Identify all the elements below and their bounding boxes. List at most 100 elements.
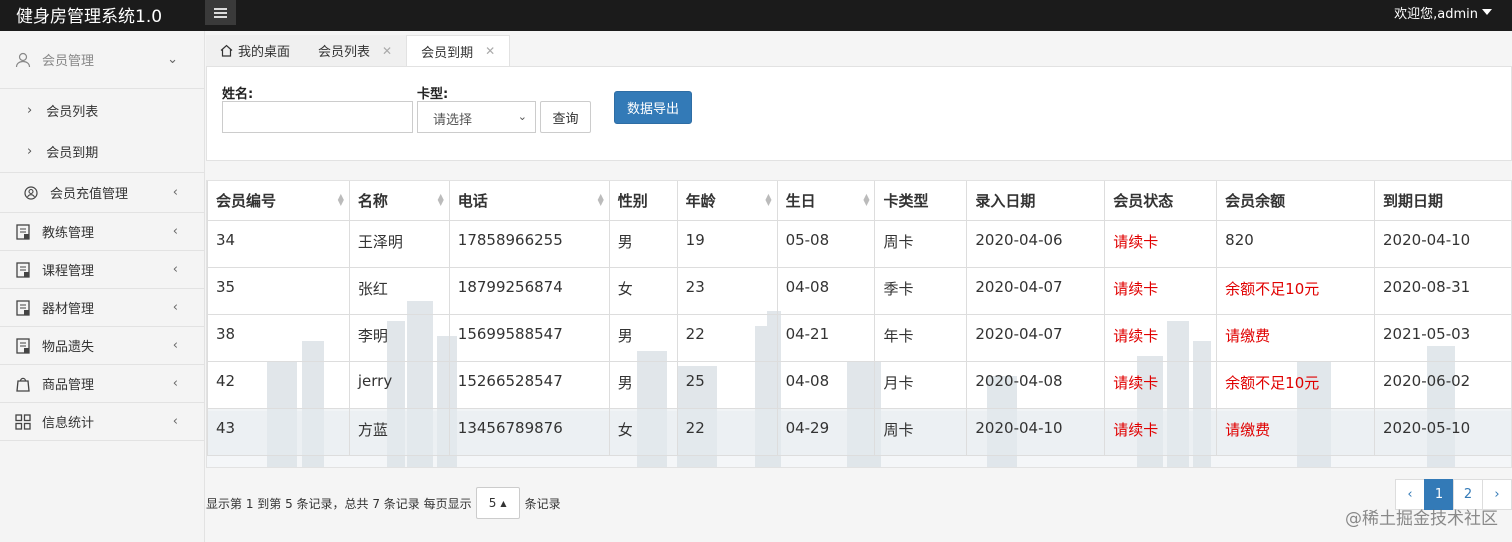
tab-label: 会员到期 — [421, 45, 474, 61]
user-greeting: 欢迎您,admin — [1394, 7, 1478, 22]
name-input[interactable] — [222, 101, 413, 133]
chevron-left-icon: ‹ — [172, 262, 178, 277]
table-cell: 请续卡 — [1104, 360, 1218, 409]
export-button[interactable]: 数据导出 — [614, 91, 692, 124]
table-cell: 04-08 — [776, 266, 876, 315]
column-header-label: 年龄 — [685, 191, 716, 210]
table-cell: 男 — [608, 360, 678, 409]
tab-desktop[interactable]: 我的桌面 — [206, 35, 305, 66]
table-cell: 2020-04-10 — [966, 407, 1106, 456]
column-header[interactable]: 到期日期 — [1374, 181, 1511, 221]
sort-icon: ▲ ▼ — [437, 192, 444, 207]
chevron-left-icon: ‹ — [172, 376, 178, 391]
column-header-label: 会员状态 — [1113, 191, 1174, 210]
table-cell: 方蓝 — [348, 407, 450, 456]
table-cell: 2020-04-06 — [966, 219, 1106, 268]
sidebar-item-lost-items[interactable]: 物品遗失 ‹ — [0, 327, 204, 365]
sort-icon: ▲ ▼ — [765, 192, 772, 207]
sidebar-item-recharge[interactable]: 会员充值管理 ‹ — [0, 173, 204, 213]
document-icon — [14, 299, 32, 317]
sidebar-item-label: 商品管理 — [42, 378, 95, 393]
table-cell: jerry — [348, 360, 450, 409]
table-cell: 季卡 — [874, 266, 968, 315]
column-header[interactable]: 年龄 ▲ ▼ — [676, 181, 778, 221]
caret-down-icon — [1482, 9, 1492, 15]
column-header-label: 录入日期 — [975, 191, 1036, 210]
sidebar-subitem-member-expiry[interactable]: › 会员到期 — [0, 131, 204, 173]
home-icon — [220, 44, 233, 57]
app-title: 健身房管理系统1.0 — [16, 7, 163, 27]
user-menu[interactable]: 欢迎您,admin — [1394, 3, 1492, 22]
table-cell: 38 — [207, 313, 350, 362]
table-cell: 22 — [676, 407, 778, 456]
column-header[interactable]: 电话 ▲ ▼ — [448, 181, 610, 221]
card-type-select[interactable]: 请选择 ⌄ — [417, 101, 536, 133]
pagination-summary: 显示第 1 到第 5 条记录，总共 7 条记录 每页显示 — [206, 496, 472, 511]
sidebar-item-member-management[interactable]: 会员管理 ⌄ — [0, 31, 204, 89]
page-size-value: 5 — [488, 496, 497, 510]
column-header-label: 生日 — [785, 191, 816, 210]
sort-icon: ▲ ▼ — [337, 192, 344, 207]
table-cell: 2020-06-02 — [1374, 360, 1511, 409]
column-header[interactable]: 生日 ▲ ▼ — [776, 181, 876, 221]
page-size-select[interactable]: 5 ▲ — [475, 487, 520, 519]
chevron-right-icon: › — [27, 102, 33, 118]
column-header-label: 名称 — [357, 191, 388, 210]
table-cell: 13456789876 — [448, 407, 610, 456]
tab-member-list[interactable]: 会员列表 ✕ — [304, 35, 407, 66]
close-icon[interactable]: ✕ — [382, 44, 392, 58]
table-cell: 15266528547 — [448, 360, 610, 409]
tab-bar: 我的桌面 会员列表 ✕ 会员到期 ✕ — [206, 35, 511, 66]
table-cell: 女 — [608, 407, 678, 456]
sidebar-subitem-label: 会员到期 — [46, 146, 99, 161]
table-cell: 周卡 — [874, 219, 968, 268]
column-header-label: 电话 — [457, 191, 488, 210]
sort-icon: ▲ ▼ — [597, 192, 604, 207]
column-header[interactable]: 卡类型 — [874, 181, 968, 221]
table-cell: 请续卡 — [1104, 407, 1218, 456]
chevron-left-icon: ‹ — [172, 185, 178, 200]
user-icon — [14, 51, 32, 69]
sidebar-item-label: 教练管理 — [42, 226, 95, 241]
column-header[interactable]: 会员余额 — [1216, 181, 1376, 221]
hamburger-icon — [214, 7, 227, 10]
sidebar-item-coach[interactable]: 教练管理 ‹ — [0, 213, 204, 251]
query-button[interactable]: 查询 — [540, 101, 591, 133]
table-header-row: 会员编号 ▲ ▼ 名称 ▲ ▼ 电话 ▲ ▼ 性别 年龄 ▲ ▼ 生日 ▲ ▼ 卡类型 录入日期 会员状态 会员余额 到… — [207, 181, 1511, 221]
sidebar-item-label: 会员充值管理 — [50, 187, 129, 202]
table-cell: 2020-05-10 — [1374, 407, 1511, 456]
sidebar-item-label: 信息统计 — [42, 416, 95, 431]
table-cell: 2020-04-07 — [966, 266, 1106, 315]
member-table: 会员编号 ▲ ▼ 名称 ▲ ▼ 电话 ▲ ▼ 性别 年龄 ▲ ▼ 生日 ▲ ▼ 卡类型 录入日期 会员状态 会员余额 到… — [207, 181, 1511, 456]
table-cell: 年卡 — [874, 313, 968, 362]
table-cell: 2020-04-08 — [966, 360, 1106, 409]
pagination-suffix: 条记录 — [524, 496, 561, 511]
grid-icon — [14, 413, 32, 431]
user-circle-icon — [22, 184, 40, 202]
sidebar-item-equipment[interactable]: 器材管理 ‹ — [0, 289, 204, 327]
table-row: 43 方蓝 13456789876 女 22 04-29 周卡 2020-04-10 请续卡 请缴… — [207, 407, 1511, 456]
chevron-down-icon: ⌄ — [517, 110, 527, 123]
table-cell: 请缴费 — [1216, 407, 1376, 456]
close-icon[interactable]: ✕ — [485, 44, 495, 58]
pagination-info: 显示第 1 到第 5 条记录，总共 7 条记录 每页显示 5 ▲ 条记录 — [206, 487, 561, 519]
table-cell: 2020-08-31 — [1374, 266, 1511, 315]
menu-toggle-button[interactable] — [205, 0, 236, 25]
sidebar-subitem-member-list[interactable]: › 会员列表 — [0, 89, 204, 131]
sidebar-item-statistics[interactable]: 信息统计 ‹ — [0, 403, 204, 441]
sidebar-item-course[interactable]: 课程管理 ‹ — [0, 251, 204, 289]
chevron-down-icon: ⌄ — [167, 52, 178, 67]
table-cell: 19 — [676, 219, 778, 268]
column-header[interactable]: 会员状态 — [1104, 181, 1218, 221]
sidebar-item-products[interactable]: 商品管理 ‹ — [0, 365, 204, 403]
table-cell: 张红 — [348, 266, 450, 315]
column-header[interactable]: 会员编号 ▲ ▼ — [207, 181, 350, 221]
column-header[interactable]: 性别 — [608, 181, 678, 221]
column-header[interactable]: 名称 ▲ ▼ — [348, 181, 450, 221]
tab-member-expiry[interactable]: 会员到期 ✕ — [406, 35, 511, 66]
column-header[interactable]: 录入日期 — [966, 181, 1106, 221]
table-cell: 15699588547 — [448, 313, 610, 362]
table-cell: 04-21 — [776, 313, 876, 362]
table-row: 42 jerry 15266528547 男 25 04-08 月卡 2020-04-08 请续… — [207, 360, 1511, 409]
search-panel: 姓名: 卡型: 请选择 ⌄ 查询 数据导出 — [206, 66, 1512, 161]
